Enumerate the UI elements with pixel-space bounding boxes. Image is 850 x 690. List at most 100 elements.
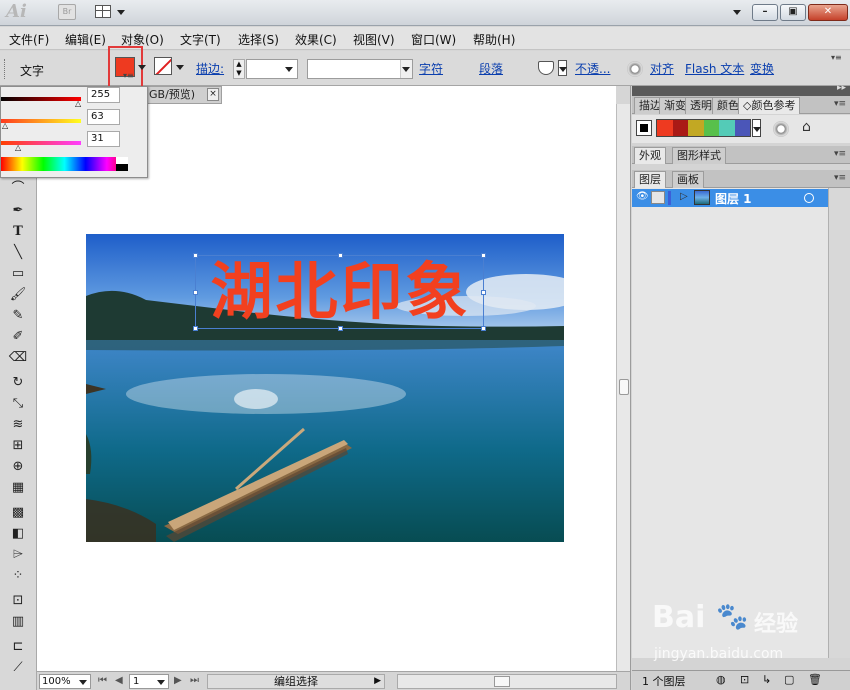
close-button[interactable]: ✕: [808, 4, 848, 21]
tab-appearance[interactable]: 外观: [634, 147, 666, 164]
green-slider-handle[interactable]: △: [2, 121, 8, 130]
base-color-swatch[interactable]: [636, 120, 652, 136]
rectangle-tool-icon[interactable]: ▭: [8, 265, 28, 283]
stroke-color-swatch[interactable]: [154, 57, 172, 75]
selection-handle[interactable]: [193, 326, 198, 331]
harmony-dropdown[interactable]: [752, 119, 761, 137]
control-bar-menu-icon[interactable]: ▾≡: [831, 53, 842, 62]
symbol-sprayer-tool-icon[interactable]: ⊡: [8, 592, 28, 610]
expand-layer-icon[interactable]: ▷: [680, 191, 688, 202]
slice-tool-icon[interactable]: ⟋: [8, 659, 28, 677]
paintbrush-tool-icon[interactable]: 🖌: [8, 286, 28, 304]
panel-menu-icon[interactable]: ▾≡: [834, 149, 846, 159]
eyedropper-tool-icon[interactable]: ⌲: [8, 546, 28, 564]
menu-help[interactable]: 帮助(H): [473, 31, 515, 48]
placed-image[interactable]: 湖北印象: [86, 234, 564, 542]
scroll-thumb[interactable]: [619, 379, 629, 395]
menu-effect[interactable]: 效果(C): [295, 31, 337, 48]
artboard-tool-icon[interactable]: ⊏: [8, 638, 28, 656]
layer-row[interactable]: 👁 ▷ 图层 1: [632, 189, 828, 207]
save-color-group-icon[interactable]: ⌂: [802, 119, 811, 135]
tab-layers[interactable]: 图层: [634, 171, 666, 188]
tab-artboards[interactable]: 画板: [672, 171, 704, 188]
restore-button[interactable]: ▣: [780, 4, 806, 21]
stroke-weight-dropdown[interactable]: [246, 59, 298, 79]
recolor-icon[interactable]: [627, 61, 643, 77]
align-link[interactable]: 对齐: [650, 60, 674, 77]
arrange-documents-icon[interactable]: [95, 5, 111, 18]
lasso-tool-icon[interactable]: ⌒: [8, 180, 28, 198]
layers-scrollbar[interactable]: [828, 188, 850, 658]
vertical-scrollbar[interactable]: [616, 104, 630, 671]
blue-value-field[interactable]: 31: [87, 131, 120, 147]
blue-slider[interactable]: [1, 141, 81, 145]
shape-builder-tool-icon[interactable]: ⊕: [8, 458, 28, 476]
popup-menu-icon[interactable]: ▾≡: [123, 71, 134, 80]
character-link[interactable]: 字符: [419, 60, 443, 77]
grip-handle[interactable]: [4, 59, 7, 79]
chevron-down-icon[interactable]: [117, 10, 125, 15]
font-dropdown[interactable]: [307, 59, 413, 79]
lock-toggle[interactable]: [651, 191, 665, 204]
warp-tool-icon[interactable]: ≋: [8, 416, 28, 434]
harmony-swatches[interactable]: [656, 119, 751, 137]
zoom-dropdown[interactable]: 100%: [39, 674, 91, 689]
color-spectrum[interactable]: [1, 157, 128, 171]
menu-view[interactable]: 视图(V): [353, 31, 395, 48]
pencil-tool-icon[interactable]: ✎: [8, 307, 28, 325]
blend-tool-icon[interactable]: ⁘: [8, 567, 28, 585]
horizontal-scrollbar[interactable]: [397, 674, 617, 689]
status-field[interactable]: 编组选择 ▶: [207, 674, 385, 689]
paragraph-link[interactable]: 段落: [479, 60, 503, 77]
target-circle-icon[interactable]: [804, 193, 814, 203]
blob-brush-tool-icon[interactable]: ✐: [8, 328, 28, 346]
opacity-link[interactable]: 不透...: [575, 60, 610, 77]
stroke-weight-stepper[interactable]: ▲ ▼: [233, 59, 245, 79]
green-value-field[interactable]: 63: [87, 109, 120, 125]
collapse-dock-icon[interactable]: ▸▸: [837, 83, 846, 93]
menu-type[interactable]: 文字(T): [180, 31, 221, 48]
green-slider[interactable]: [1, 119, 81, 123]
mesh-tool-icon[interactable]: ▩: [8, 504, 28, 522]
red-value-field[interactable]: 255: [87, 87, 120, 103]
brush-icon[interactable]: [538, 61, 554, 75]
first-page-icon[interactable]: ⏮: [98, 675, 107, 686]
line-tool-icon[interactable]: ╲: [8, 244, 28, 262]
panel-menu-icon[interactable]: ▾≡: [834, 173, 846, 183]
prev-page-icon[interactable]: ◀: [115, 675, 123, 686]
next-page-icon[interactable]: ▶: [174, 675, 182, 686]
edit-colors-icon[interactable]: [773, 121, 789, 137]
blue-slider-handle[interactable]: △: [15, 143, 21, 152]
menu-select[interactable]: 选择(S): [238, 31, 279, 48]
last-page-icon[interactable]: ⏭: [190, 675, 199, 686]
tab-close-icon[interactable]: ×: [207, 88, 219, 101]
rotate-tool-icon[interactable]: ↻: [8, 374, 28, 392]
minimize-button[interactable]: –: [752, 4, 778, 21]
perspective-grid-tool-icon[interactable]: ▦: [8, 479, 28, 497]
flash-text-link[interactable]: Flash 文本: [685, 60, 744, 77]
free-transform-tool-icon[interactable]: ⊞: [8, 437, 28, 455]
stroke-chevron-icon[interactable]: [176, 65, 184, 70]
document-tab[interactable]: GB/预览) ×: [145, 86, 222, 104]
scale-tool-icon[interactable]: ⤡: [8, 395, 28, 413]
tab-graphic-styles[interactable]: 图形样式: [672, 147, 726, 164]
tab-color-guide[interactable]: ◇颜色参考: [738, 97, 801, 114]
artboard-dropdown[interactable]: 1: [129, 674, 169, 689]
fill-chevron-icon[interactable]: [138, 65, 146, 70]
type-tool-icon[interactable]: T: [8, 223, 28, 241]
menu-file[interactable]: 文件(F): [9, 31, 49, 48]
eraser-tool-icon[interactable]: ⌫: [8, 349, 28, 367]
visibility-eye-icon[interactable]: 👁: [636, 191, 649, 202]
stroke-label[interactable]: 描边:: [196, 60, 224, 77]
text-bounding-box[interactable]: 湖北印象: [193, 253, 486, 331]
menu-window[interactable]: 窗口(W): [411, 31, 456, 48]
pen-tool-icon[interactable]: ✒: [8, 202, 28, 220]
gradient-tool-icon[interactable]: ◧: [8, 525, 28, 543]
h-scroll-thumb[interactable]: [494, 676, 510, 687]
column-graph-tool-icon[interactable]: ▥: [8, 613, 28, 631]
workspace-chevron-icon[interactable]: [733, 10, 741, 15]
selection-handle[interactable]: [481, 326, 486, 331]
menu-edit[interactable]: 编辑(E): [65, 31, 106, 48]
bridge-button[interactable]: Br: [58, 4, 76, 20]
brush-dropdown[interactable]: [558, 60, 567, 76]
